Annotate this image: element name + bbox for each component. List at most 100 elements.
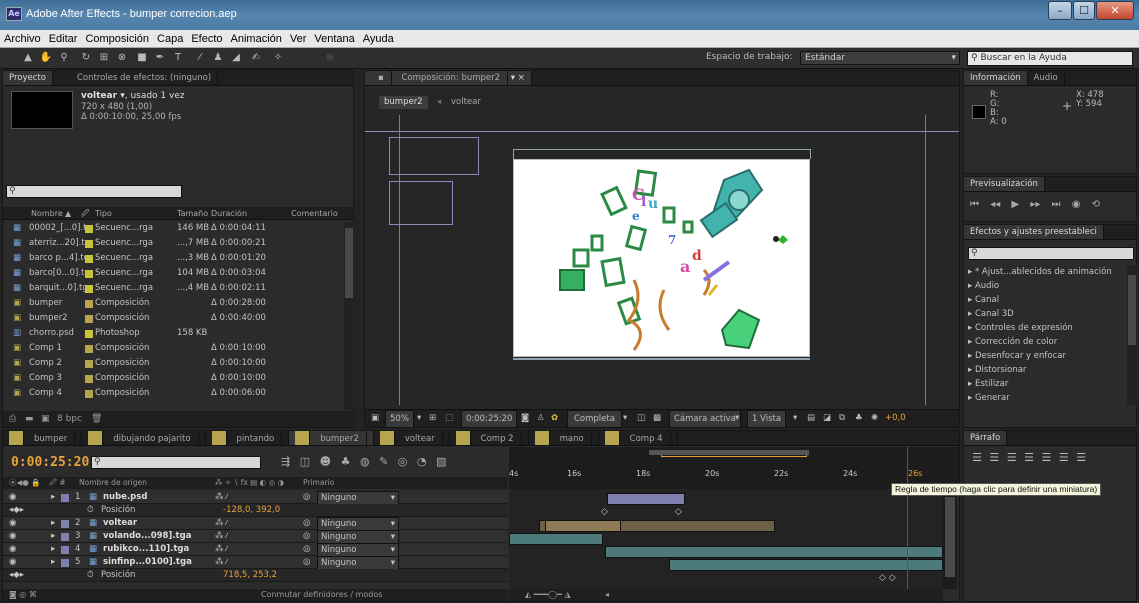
project-item-row[interactable]: ▣ Comp 3 Composición Δ 0:00:10:00 (3, 372, 343, 385)
timeline-tab[interactable]: voltear (374, 431, 450, 445)
shape-tool-icon[interactable]: ■ (134, 51, 150, 65)
expand-icon[interactable]: ▸ (51, 556, 55, 569)
camera-select[interactable]: Cámara activa (669, 410, 741, 428)
pen-tool-icon[interactable]: ✒ (152, 51, 168, 65)
align-center-icon[interactable]: ☰ (989, 451, 999, 464)
layer-name[interactable]: sinfinp...0100].tga (103, 556, 192, 569)
switch-icons[interactable]: ⁂ ⁄ (215, 543, 228, 556)
align-right-icon[interactable]: ☰ (1007, 451, 1017, 464)
effects-item[interactable]: ▸ Distorsionar (968, 365, 1026, 375)
region-icon[interactable]: ◫ (637, 410, 645, 426)
eraser-tool-icon[interactable]: ◢ (228, 51, 244, 65)
switch-icons[interactable]: ⁂ ⁄ (215, 530, 228, 543)
expand-icon[interactable]: ▸ (51, 530, 55, 543)
timeline-tab[interactable]: Comp 4 (599, 431, 678, 445)
label-color-swatch[interactable] (85, 390, 93, 398)
tab-audio[interactable]: Audio (1028, 71, 1065, 85)
tab-parrafo[interactable]: Párrafo (964, 431, 1008, 445)
menu-ayuda[interactable]: Ayuda (359, 30, 398, 48)
justify-left-icon[interactable]: ☰ (1024, 451, 1034, 464)
expand-icon[interactable]: ▸ (51, 491, 55, 504)
zoom-select[interactable]: 50% (385, 410, 414, 428)
label-color-swatch[interactable] (85, 285, 93, 293)
playhead[interactable] (907, 447, 908, 589)
project-item-row[interactable]: ▦ barco p...4].tga Secuenc...rga ...,3 MB Δ … (3, 252, 343, 265)
label-color-swatch[interactable] (85, 255, 93, 263)
layer-label-swatch[interactable] (61, 520, 69, 528)
time-navigator[interactable] (649, 450, 809, 455)
chevron-down-icon[interactable]: ▾ (623, 410, 627, 426)
audio-icon[interactable]: ◉ (1072, 199, 1081, 210)
layer-bar-volando[interactable] (509, 533, 603, 545)
label-color-swatch[interactable] (85, 225, 93, 233)
project-item-row[interactable]: ▦ barquit...0].tga Secuenc...rga ...,4 MB Δ … (3, 282, 343, 295)
effects-item[interactable]: ▸ Controles de expresión (968, 323, 1073, 333)
composition-mini-flowchart-icon[interactable]: ⇶ (281, 455, 290, 468)
eye-icon[interactable]: ◉ (9, 517, 16, 530)
project-scrollbar[interactable] (344, 222, 354, 410)
effects-search-input[interactable]: ⚲ (968, 247, 1134, 260)
keyframe-nav-icon[interactable]: ◂◆▸ (9, 569, 24, 582)
menu-ver[interactable]: Ver (286, 30, 311, 48)
axis-mode-icon[interactable]: ⊕ (322, 51, 338, 65)
first-frame-icon[interactable]: ⏮ (970, 199, 979, 210)
justify-center-icon[interactable]: ☰ (1042, 451, 1052, 464)
menu-archivo[interactable]: Archivo (0, 30, 45, 48)
layer-label-swatch[interactable] (61, 494, 69, 502)
layer-row[interactable]: ◉ ▸ 1 ▦ nube.psd ⁂ ⁄ ◎ Ninguno ▾ (3, 491, 508, 506)
layer-row[interactable]: ◉ ▸ 5 ▦ sinfinp...0100].tga ⁂ ⁄ ◎ Ninguno ▾ (3, 556, 508, 571)
layer-row[interactable]: ◉ ▸ 4 ▦ rubikco...110].tga ⁂ ⁄ ◎ Ninguno ▾ (3, 543, 508, 558)
align-left-icon[interactable]: ☰ (972, 451, 982, 464)
layer-row[interactable]: ◉ ▸ 2 ▦ voltear ⁂ ⁄ ◎ Ninguno ▾ (3, 517, 508, 532)
label-color-swatch[interactable] (85, 315, 93, 323)
layer-outline[interactable] (389, 137, 479, 175)
layer-name[interactable]: rubikco...110].tga (103, 543, 189, 556)
transparency-grid-icon[interactable]: ▩ (653, 410, 661, 426)
justify-all-icon[interactable]: ☰ (1076, 451, 1086, 464)
property-value[interactable]: 718,5, 253,2 (223, 569, 277, 582)
workspace-select[interactable]: Estándar ▾ (800, 51, 960, 65)
project-item-row[interactable]: ▣ Comp 2 Composición Δ 0:00:10:00 (3, 357, 343, 370)
menu-editar[interactable]: Editar (45, 30, 82, 48)
col-tamano[interactable]: Tamaño (177, 207, 208, 220)
composition-canvas[interactable]: C l u e a d 7 (513, 159, 810, 357)
timeline-scrollbar[interactable] (943, 489, 957, 589)
menu-efecto[interactable]: Efecto (187, 30, 226, 48)
pan-behind-tool-icon[interactable]: ⊗ (114, 51, 130, 65)
brush-tool-icon[interactable]: ⁄ (192, 51, 208, 65)
exposure-value[interactable]: +0,0 (885, 410, 906, 426)
resolution-select[interactable]: Completa (567, 410, 622, 428)
exposure-icon[interactable]: ✺ (871, 410, 878, 426)
tab-efectos[interactable]: Efectos y ajustes preestableci (964, 225, 1104, 239)
expand-icon[interactable]: ▸ (51, 517, 55, 530)
effects-item[interactable]: ▸ Desenfocar y enfocar (968, 351, 1066, 361)
layer-label-swatch[interactable] (61, 533, 69, 541)
timeline-timecode[interactable]: 0:00:25:20 (11, 455, 89, 470)
layer-bar-nube[interactable] (607, 493, 685, 505)
region-interest-icon[interactable]: ⬚ (445, 410, 453, 426)
viewer-timecode[interactable]: 0:00:25:20 (461, 410, 518, 428)
layer-bar-sinfin[interactable] (669, 559, 943, 571)
camera-tool-icon[interactable]: ⊞ (96, 51, 112, 65)
label-color-swatch[interactable] (85, 345, 93, 353)
new-comp-icon[interactable]: ▣ (41, 411, 50, 427)
project-item-row[interactable]: ▦ 00002_[...0].tga Secuenc...rga 146 MBΔ 0:… (3, 222, 343, 235)
project-search-input[interactable]: ⚲ (6, 185, 182, 198)
project-item-row[interactable]: ▥ chorro.psd Photoshop 158 KB (3, 327, 343, 340)
timeline-zoom-bar[interactable]: ◭ ━━━◯━ ◮ ◂ (509, 589, 943, 601)
project-item-row[interactable]: ▣ Comp 1 Composición Δ 0:00:10:00 (3, 342, 343, 355)
motion-blur-icon[interactable]: ◍ (360, 455, 370, 468)
minimize-button[interactable]: – (1048, 1, 1072, 20)
switch-icons[interactable]: ⁂ ⁄ (215, 491, 228, 504)
timeline-search-input[interactable]: ⚲ (91, 456, 261, 469)
breadcrumb-voltear[interactable]: voltear (451, 96, 481, 109)
tab-proyecto[interactable]: Proyecto (3, 71, 53, 85)
help-search-input[interactable]: ⚲ Buscar en la Ayuda (967, 51, 1133, 66)
new-folder-icon[interactable]: ▬ (25, 411, 34, 427)
views-select[interactable]: 1 Vista (747, 410, 787, 428)
show-snapshot-icon[interactable]: ♙ (537, 410, 545, 426)
timeline-tab[interactable]: bumper2 (289, 431, 374, 445)
menu-animacion[interactable]: Animación (227, 30, 286, 48)
selection-tool-icon[interactable]: ▲ (20, 51, 36, 65)
rotate-tool-icon[interactable]: ↻ (78, 51, 94, 65)
